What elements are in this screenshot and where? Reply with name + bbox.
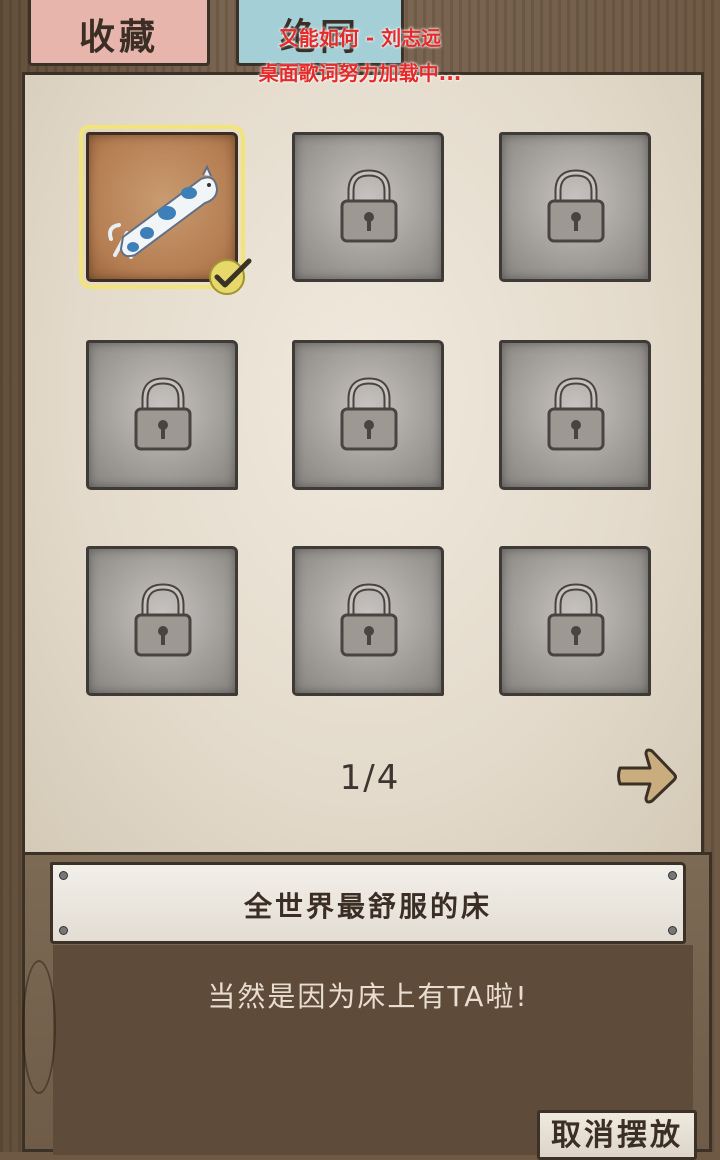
check-icon [209,258,252,295]
collection-slot-locked[interactable] [292,132,444,282]
cancel-placement-button[interactable]: 取消摆放 [537,1110,697,1160]
tab-collect[interactable]: 收藏 [28,0,210,66]
lock-icon [340,583,398,657]
lyric-line-2: 桌面歌词努力加载中... [258,61,462,85]
tab-collect-label: 收藏 [78,17,159,58]
lyric-line-1: 又能如何 - 刘志远 [278,26,442,50]
nail-icon [668,926,677,935]
lock-icon [340,169,398,243]
item-description: 当然是因为床上有TA啦! [207,980,529,1013]
lock-icon [340,377,398,451]
collection-slot-locked[interactable] [86,340,238,490]
lock-icon [547,169,605,243]
lock-icon [134,377,192,451]
collection-slot-locked[interactable] [499,132,651,282]
arrow-right-icon[interactable] [616,746,678,806]
collection-slot-locked[interactable] [292,340,444,490]
nail-icon [59,871,68,880]
nail-icon [59,926,68,935]
lock-icon [547,377,605,451]
lock-icon [134,583,192,657]
collection-slot-locked[interactable] [86,546,238,696]
item-title-plaque: 全世界最舒服的床 [50,862,686,944]
collection-slot-locked[interactable] [292,546,444,696]
collection-slot-locked[interactable] [499,546,651,696]
collection-slot-locked[interactable] [499,340,651,490]
page-indicator: 1/4 [339,758,401,798]
collection-slot-selected[interactable] [79,125,252,295]
item-title: 全世界最舒服的床 [243,890,492,923]
nail-icon [668,871,677,880]
lock-icon [547,583,605,657]
cat-pillow-icon [108,164,219,259]
